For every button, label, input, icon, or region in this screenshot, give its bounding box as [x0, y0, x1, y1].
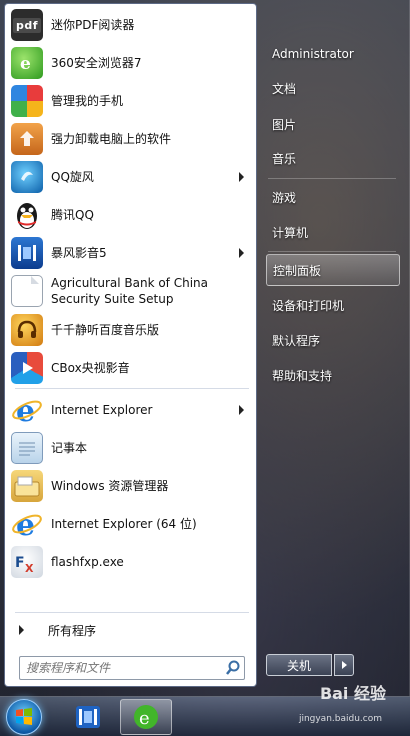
program-item-360-browser[interactable]: e 360安全浏览器7 — [7, 45, 254, 81]
program-label: 迷你PDF阅读器 — [51, 18, 135, 32]
right-item-computer[interactable]: 计算机 — [266, 216, 400, 248]
program-item-ttplayer[interactable]: 千千静听百度音乐版 — [7, 312, 254, 348]
windows-logo-icon — [16, 708, 32, 725]
program-label: QQ旋风 — [51, 170, 94, 184]
search-field — [19, 656, 245, 680]
svg-text:e: e — [16, 394, 35, 426]
program-item-phone-manager[interactable]: 管理我的手机 — [7, 83, 254, 119]
program-item-qq-whirlwind[interactable]: QQ旋风 — [7, 159, 254, 195]
program-item-internet-explorer[interactable]: e Internet Explorer — [7, 392, 254, 428]
program-label: 强力卸载电脑上的软件 — [51, 132, 172, 146]
ttplayer-icon — [11, 314, 43, 346]
phone-manager-icon — [11, 85, 43, 117]
watermark-url: jingyan.baidu.com — [298, 714, 382, 724]
taskbar-baofeng-button[interactable] — [62, 699, 114, 735]
program-label: Agricultural Bank of China Security Suit… — [51, 276, 208, 306]
flashfxp-icon: FX — [11, 546, 43, 578]
right-item-documents[interactable]: 文档 — [266, 72, 400, 104]
svg-text:X: X — [25, 562, 34, 575]
expand-arrow-icon — [19, 625, 24, 635]
search-icon[interactable] — [222, 657, 244, 679]
notepad-icon — [11, 432, 43, 464]
program-label: Windows 资源管理器 — [51, 479, 169, 493]
program-label: Internet Explorer (64 位) — [51, 517, 197, 531]
separator — [268, 251, 396, 252]
program-item-flashfxp[interactable]: FX flashfxp.exe — [7, 544, 254, 580]
baofeng-player-icon — [11, 237, 43, 269]
ie-icon: e — [11, 508, 43, 540]
program-item-notepad[interactable]: 记事本 — [7, 430, 254, 466]
program-item-windows-explorer[interactable]: Windows 资源管理器 — [7, 468, 254, 504]
start-menu: pdf 迷你PDF阅读器 e 360安全浏览器7 管理我的手机 强力卸载电脑上的… — [0, 0, 410, 696]
program-label: CBox央视影音 — [51, 361, 130, 375]
right-item-pictures[interactable]: 图片 — [266, 108, 400, 140]
ie-icon: e — [11, 394, 43, 426]
svg-text:F: F — [15, 555, 25, 571]
right-item-help-support[interactable]: 帮助和支持 — [266, 359, 400, 391]
program-label: 腾讯QQ — [51, 208, 94, 222]
qq-whirlwind-icon — [11, 161, 43, 193]
360-browser-icon: e — [11, 47, 43, 79]
pdf-reader-icon: pdf — [11, 9, 43, 41]
tencent-qq-icon — [11, 199, 43, 231]
programs-pane: pdf 迷你PDF阅读器 e 360安全浏览器7 管理我的手机 强力卸载电脑上的… — [4, 3, 257, 687]
program-label: 管理我的手机 — [51, 94, 124, 108]
program-item-baofeng[interactable]: 暴风影音5 — [7, 235, 254, 271]
right-item-control-panel[interactable]: 控制面板 — [266, 254, 400, 286]
program-item-cbox[interactable]: CBox央视影音 — [7, 350, 254, 386]
right-item-default-programs[interactable]: 默认程序 — [266, 324, 400, 356]
360-browser-icon: e — [134, 705, 158, 729]
program-label: flashfxp.exe — [51, 555, 124, 569]
program-item-tencent-qq[interactable]: 腾讯QQ — [7, 197, 254, 233]
shutdown-options-button[interactable] — [334, 654, 354, 676]
svg-text:e: e — [20, 54, 31, 74]
right-item-music[interactable]: 音乐 — [266, 142, 400, 174]
all-programs-button[interactable]: 所有程序 — [7, 617, 254, 643]
watermark-logo: Bai 经验 — [319, 684, 386, 703]
separator — [15, 388, 249, 389]
cbox-icon — [11, 352, 43, 384]
right-item-devices-printers[interactable]: 设备和打印机 — [266, 289, 400, 321]
taskbar-360-browser-button[interactable]: e — [120, 699, 172, 735]
submenu-arrow-icon[interactable] — [239, 172, 244, 182]
svg-text:e: e — [139, 708, 150, 729]
separator — [268, 178, 396, 179]
windows-explorer-icon — [11, 470, 43, 502]
svg-text:e: e — [16, 508, 35, 540]
program-item-abc-security[interactable]: Agricultural Bank of China Security Suit… — [7, 272, 254, 310]
submenu-arrow-icon[interactable] — [239, 248, 244, 258]
program-label: Internet Explorer — [51, 403, 153, 417]
all-programs-label: 所有程序 — [48, 623, 97, 638]
right-item-games[interactable]: 游戏 — [266, 181, 400, 213]
program-label: 千千静听百度音乐版 — [51, 323, 160, 337]
uninstaller-icon — [11, 123, 43, 155]
search-input[interactable] — [26, 658, 222, 678]
program-label: 360安全浏览器7 — [51, 56, 142, 70]
program-item-internet-explorer-64[interactable]: e Internet Explorer (64 位) — [7, 506, 254, 542]
arrow-right-icon — [341, 661, 347, 669]
shutdown-button[interactable]: 关机 — [266, 654, 332, 676]
start-button[interactable] — [6, 699, 42, 735]
user-name-link[interactable]: Administrator — [266, 38, 400, 70]
baofeng-player-icon — [76, 706, 100, 728]
separator — [15, 612, 249, 613]
program-item-pdf-reader[interactable]: pdf 迷你PDF阅读器 — [7, 7, 254, 43]
program-item-uninstaller[interactable]: 强力卸载电脑上的软件 — [7, 121, 254, 157]
document-icon — [11, 275, 43, 307]
program-label: 记事本 — [51, 441, 88, 455]
program-label: 暴风影音5 — [51, 246, 107, 260]
submenu-arrow-icon[interactable] — [239, 405, 244, 415]
